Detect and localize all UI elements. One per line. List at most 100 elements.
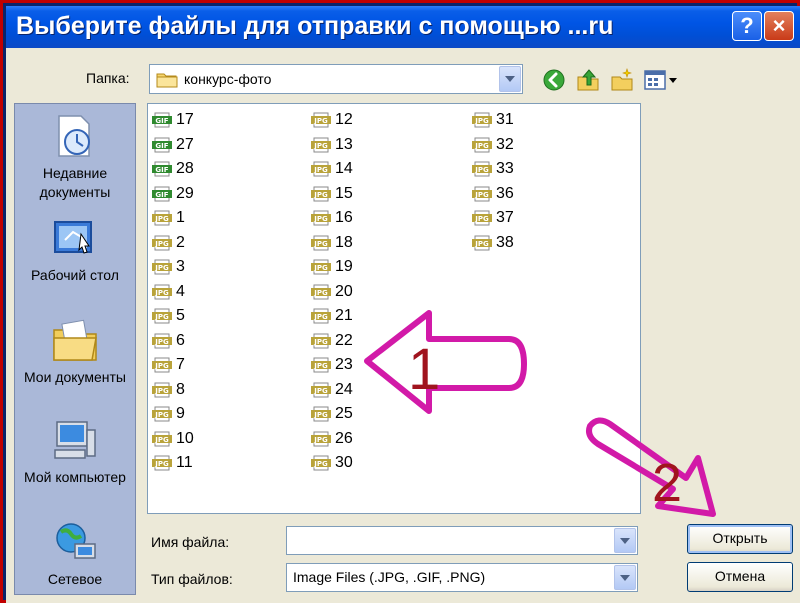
jpg-file-icon: JPG <box>311 308 331 324</box>
chevron-down-icon[interactable] <box>614 565 636 590</box>
place-my-documents[interactable]: Мои документы <box>15 316 135 387</box>
file-type-tag: JPG <box>154 362 169 370</box>
jpg-file-icon: JPG <box>472 210 492 226</box>
new-folder-icon[interactable] <box>610 68 634 92</box>
file-type-tag: JPG <box>154 313 169 321</box>
my-computer-icon <box>54 421 96 459</box>
file-name: 36 <box>496 184 514 202</box>
file-name: 14 <box>335 160 353 177</box>
up-folder-icon[interactable] <box>576 68 600 92</box>
file-name: 22 <box>335 331 353 349</box>
file-name: 2 <box>176 233 185 251</box>
filetype-label: Тип файлов: <box>151 571 233 587</box>
jpg-file-icon: JPG <box>152 357 172 373</box>
filetype-value: Image Files (.JPG, .GIF, .PNG) <box>293 569 486 585</box>
file-type-tag: GIF <box>155 166 168 174</box>
jpg-file-icon: JPG <box>472 112 492 128</box>
recent-documents-icon <box>58 115 90 157</box>
desktop-icon <box>54 221 92 254</box>
filetype-dropdown[interactable]: Image Files (.JPG, .GIF, .PNG) <box>286 563 638 592</box>
help-button[interactable]: ? <box>732 11 762 41</box>
file-name: 11 <box>176 454 193 471</box>
window-title: Выберите файлы для отправки с помощью ..… <box>16 12 614 40</box>
gif-file-icon: GIF <box>152 112 172 128</box>
file-type-tag: JPG <box>313 387 328 395</box>
chevron-down-icon[interactable] <box>499 66 521 92</box>
place-recent-documents[interactable]: Недавние документы <box>15 112 135 202</box>
close-button[interactable]: × <box>764 11 794 41</box>
gif-file-icon: GIF <box>152 137 172 152</box>
file-type-tag: JPG <box>474 215 489 223</box>
place-label: Недавние документы <box>39 165 111 200</box>
file-type-tag: JPG <box>474 117 489 125</box>
jpg-file-icon: JPG <box>311 112 331 128</box>
look-in-dropdown[interactable]: конкурс-фото <box>149 64 523 94</box>
place-network[interactable]: Сетевое <box>15 522 135 589</box>
jpg-file-icon: JPG <box>152 308 172 324</box>
filename-label: Имя файла: <box>151 534 230 550</box>
dialog-frame: Выберите файлы для отправки с помощью ..… <box>0 0 800 603</box>
file-type-tag: JPG <box>313 289 328 297</box>
file-name: 13 <box>335 135 353 153</box>
filename-field[interactable] <box>286 526 638 555</box>
file-type-tag: JPG <box>313 240 328 248</box>
place-desktop[interactable]: Рабочий стол <box>15 214 135 285</box>
file-name: 31 <box>496 111 514 128</box>
jpg-file-icon: JPG <box>472 186 492 201</box>
file-type-tag: JPG <box>313 436 328 444</box>
place-my-computer[interactable]: Мой компьютер <box>15 420 135 487</box>
file-name: 37 <box>496 209 514 226</box>
file-type-tag: GIF <box>155 117 168 125</box>
jpg-file-icon: JPG <box>311 431 331 446</box>
jpg-file-icon: JPG <box>472 235 492 250</box>
jpg-file-icon: JPG <box>152 455 172 471</box>
cancel-button[interactable]: Отмена <box>687 562 793 592</box>
file-name: 8 <box>176 380 185 398</box>
place-label: Сетевое <box>47 571 103 587</box>
file-name: 1 <box>176 209 185 226</box>
jpg-file-icon: JPG <box>311 259 331 275</box>
file-type-tag: JPG <box>154 411 169 419</box>
file-type-tag: JPG <box>313 166 328 174</box>
file-name: 18 <box>335 233 353 251</box>
place-label: Мои документы <box>23 369 126 385</box>
file-name: 16 <box>335 209 353 226</box>
gif-file-icon: GIF <box>152 161 172 177</box>
folder-icon <box>156 73 178 88</box>
file-type-tag: JPG <box>154 436 169 444</box>
back-icon[interactable] <box>542 68 566 92</box>
file-name: 26 <box>335 429 353 447</box>
file-type-tag: GIF <box>155 142 168 150</box>
open-button[interactable]: Открыть <box>687 524 793 554</box>
jpg-file-icon: JPG <box>311 137 331 152</box>
jpg-file-icon: JPG <box>152 235 172 250</box>
jpg-file-icon: JPG <box>311 455 331 471</box>
file-name: 29 <box>176 184 194 202</box>
jpg-file-icon: JPG <box>152 259 172 275</box>
file-name: 9 <box>176 405 185 422</box>
file-type-tag: JPG <box>154 240 169 248</box>
file-type-tag: JPG <box>154 460 169 468</box>
file-name: 33 <box>496 160 514 177</box>
chevron-down-icon[interactable] <box>614 528 636 553</box>
file-type-tag: JPG <box>154 338 169 346</box>
file-type-tag: JPG <box>313 117 328 125</box>
jpg-file-icon: JPG <box>152 406 172 422</box>
file-name: 10 <box>176 429 194 447</box>
jpg-file-icon: JPG <box>152 431 172 446</box>
file-list[interactable]: GIF 17 GIF 27 GIF 28 GIF 29 JPG 1 JPG 2 JPG 3 JPG 4 JPG 5… <box>147 103 641 514</box>
file-type-tag: JPG <box>313 338 328 346</box>
annotation-number-2: 2 <box>652 453 682 513</box>
file-type-tag: JPG <box>313 215 328 223</box>
file-type-tag: JPG <box>313 313 328 321</box>
jpg-file-icon: JPG <box>311 357 331 373</box>
file-name: 23 <box>335 356 353 373</box>
file-name: 12 <box>335 111 353 128</box>
jpg-file-icon: JPG <box>152 333 172 348</box>
file-name: 28 <box>176 160 194 177</box>
view-menu-icon[interactable] <box>643 68 679 92</box>
file-name: 21 <box>335 307 353 324</box>
file-open-dialog: Выберите файлы для отправки с помощью ..… <box>6 6 800 603</box>
jpg-file-icon: JPG <box>311 382 331 397</box>
file-type-tag: JPG <box>474 191 489 199</box>
